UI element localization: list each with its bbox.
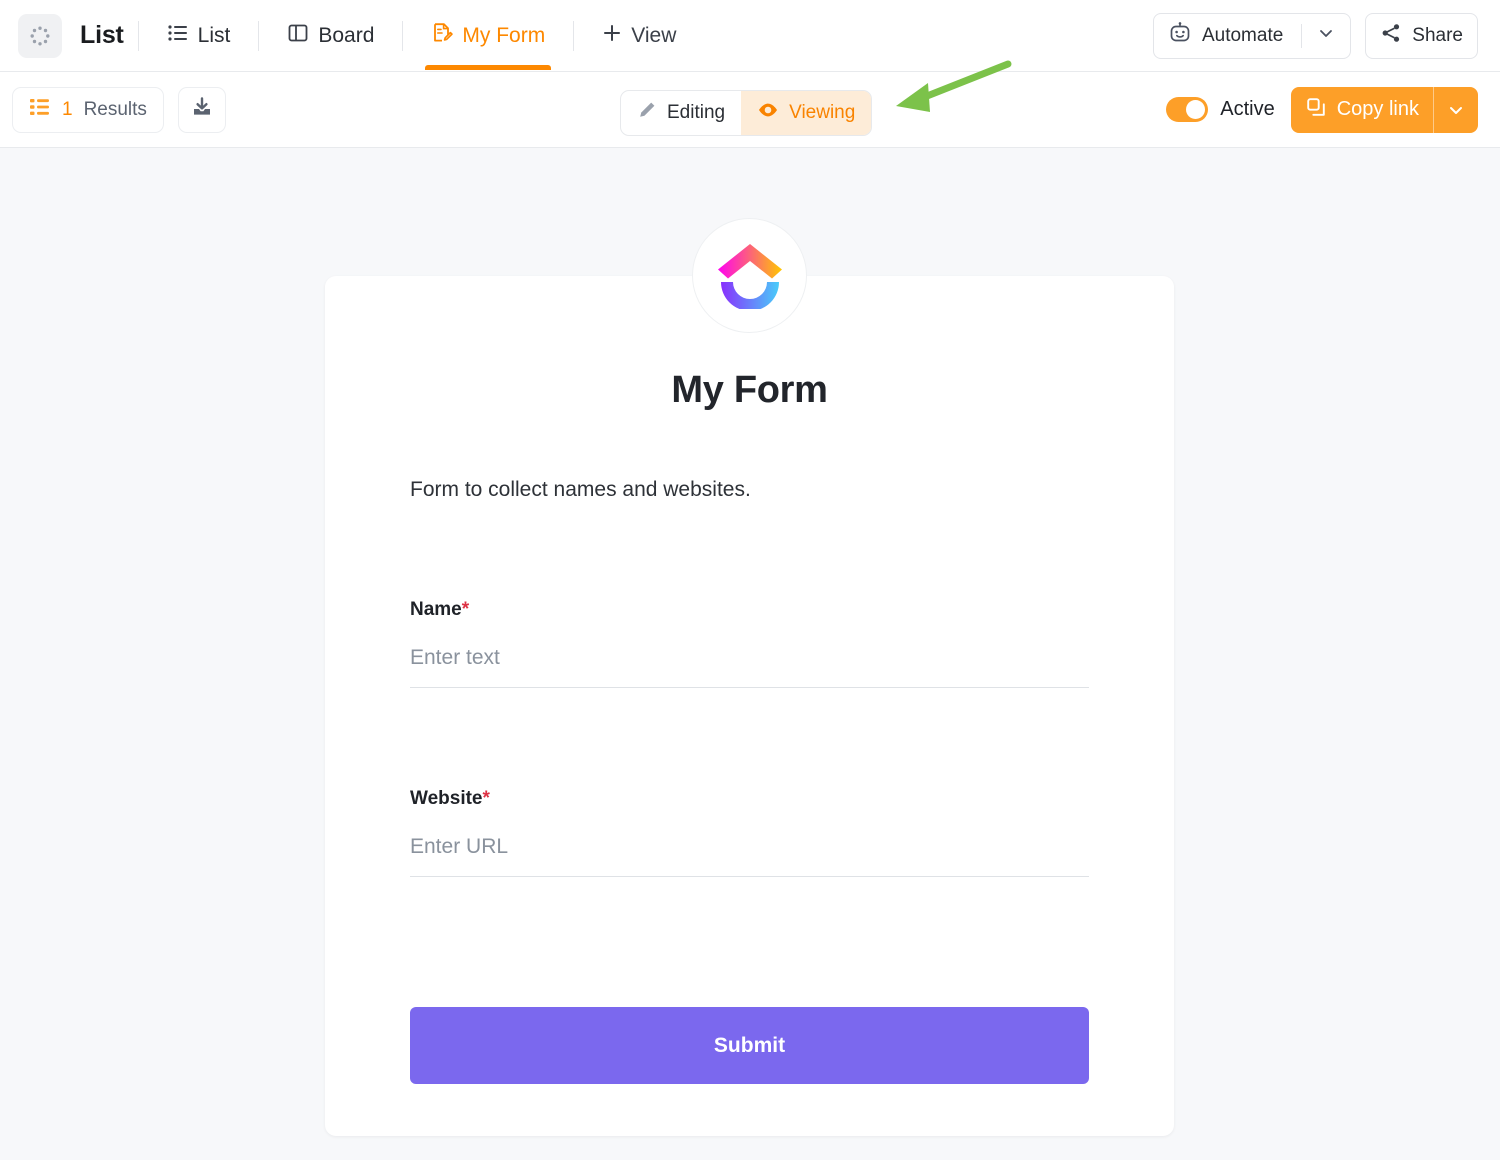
tab-board[interactable]: Board xyxy=(273,0,388,72)
toggle-knob xyxy=(1186,100,1206,119)
header-right-group: Automate Share xyxy=(1152,12,1500,59)
header-left-group: List List Board My Form View xyxy=(0,0,690,71)
toolbar-right-group: Active Copy link xyxy=(1166,86,1500,133)
field-label-name-text: Name xyxy=(410,599,462,620)
submit-button[interactable]: Submit xyxy=(410,1007,1089,1084)
mode-editing-label: Editing xyxy=(667,102,726,123)
tab-my-form-label: My Form xyxy=(462,23,546,47)
form-field-name: Name* Enter text xyxy=(325,599,1174,688)
results-label: Results xyxy=(83,98,147,120)
active-toggle-label: Active xyxy=(1220,98,1275,120)
form-preview-stage: My Form Form to collect names and websit… xyxy=(0,149,1500,1160)
tab-list[interactable]: List xyxy=(153,0,245,72)
copy-link-button[interactable]: Copy link xyxy=(1290,86,1478,133)
list-orange-icon xyxy=(29,97,51,122)
clickup-form-view: List List Board My Form View Automate Sh… xyxy=(0,0,1500,1160)
plus-icon xyxy=(602,23,622,49)
mode-viewing-option[interactable]: Viewing xyxy=(741,91,872,135)
form-card: My Form Form to collect names and websit… xyxy=(325,276,1174,1136)
automate-divider xyxy=(1301,23,1303,48)
board-icon xyxy=(287,22,309,50)
name-input[interactable]: Enter text xyxy=(410,646,1089,688)
mode-viewing-label: Viewing xyxy=(789,102,856,123)
form-field-website: Website* Enter URL xyxy=(325,788,1174,877)
tab-list-label: List xyxy=(197,23,231,47)
copy-link-caret[interactable] xyxy=(1434,100,1478,120)
active-toggle-group: Active xyxy=(1166,97,1275,122)
export-button[interactable] xyxy=(177,86,226,133)
chevron-down-icon[interactable] xyxy=(1316,23,1336,49)
active-toggle[interactable] xyxy=(1166,97,1209,122)
form-title: My Form xyxy=(671,369,828,411)
tab-board-label: Board xyxy=(318,23,375,47)
eye-icon xyxy=(757,100,779,126)
results-chip[interactable]: 1 Results xyxy=(12,86,164,133)
required-asterisk: * xyxy=(461,599,470,620)
header-divider-4 xyxy=(573,20,575,51)
share-label: Share xyxy=(1412,24,1463,46)
edit-view-mode-toggle: Editing Viewing xyxy=(620,90,873,136)
clickup-logo xyxy=(692,218,807,333)
header-divider-1 xyxy=(137,20,139,51)
field-label-website-text: Website xyxy=(410,788,483,809)
automate-label: Automate xyxy=(1201,24,1284,46)
download-icon xyxy=(190,95,214,124)
header-divider-3 xyxy=(402,20,404,51)
page-title: List xyxy=(80,21,124,49)
list-icon xyxy=(167,22,189,50)
required-asterisk: * xyxy=(482,788,490,809)
toolbar-left-group: 1 Results xyxy=(0,86,226,133)
copy-icon xyxy=(1305,96,1327,124)
dotted-circle-icon[interactable] xyxy=(18,13,62,58)
copy-link-label: Copy link xyxy=(1336,98,1419,120)
tab-add-view[interactable]: View xyxy=(588,0,690,72)
automate-button[interactable]: Automate xyxy=(1152,12,1352,59)
mode-editing-option[interactable]: Editing xyxy=(621,91,741,135)
form-description: Form to collect names and websites. xyxy=(410,478,751,501)
header-divider-2 xyxy=(258,20,260,51)
tab-add-view-label: View xyxy=(631,23,677,47)
share-icon xyxy=(1380,22,1402,50)
pencil-icon xyxy=(637,100,657,126)
active-tab-indicator xyxy=(425,64,552,70)
field-label-name: Name* xyxy=(410,599,1089,621)
form-icon xyxy=(431,21,454,50)
top-header-bar: List List Board My Form View Automate Sh… xyxy=(0,0,1500,72)
field-label-website: Website* xyxy=(410,788,1089,810)
results-count: 1 xyxy=(62,98,73,120)
tab-my-form[interactable]: My Form xyxy=(417,0,559,72)
website-input[interactable]: Enter URL xyxy=(410,835,1089,877)
share-button[interactable]: Share xyxy=(1365,12,1478,59)
robot-icon xyxy=(1168,21,1192,51)
